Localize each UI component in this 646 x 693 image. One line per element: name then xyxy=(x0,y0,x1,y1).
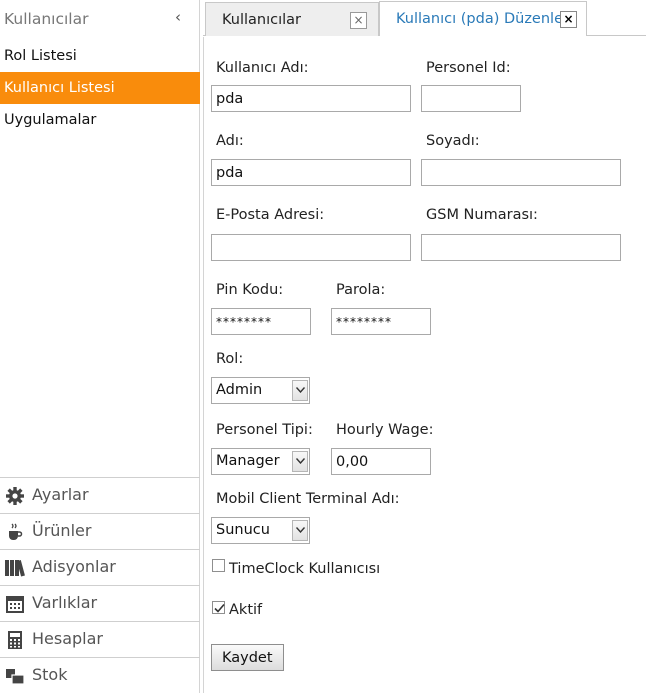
gsm-input[interactable] xyxy=(421,234,621,261)
checkmark-icon xyxy=(214,603,225,613)
username-input[interactable] xyxy=(211,85,411,112)
books-icon xyxy=(5,558,25,578)
last-name-input[interactable] xyxy=(421,159,621,186)
sidebar-item-label: Rol Listesi xyxy=(4,48,77,64)
personnel-type-label: Personel Tipi: xyxy=(216,422,313,438)
save-button[interactable]: Kaydet xyxy=(211,644,284,671)
nav-adisyonlar[interactable]: Adisyonlar xyxy=(0,549,200,585)
pin-input[interactable] xyxy=(211,308,311,335)
terminal-select-value: Sunucu xyxy=(216,522,270,538)
nav-urunler[interactable]: Ürünler xyxy=(0,513,200,549)
nav-hesaplar[interactable]: Hesaplar xyxy=(0,621,200,657)
close-icon[interactable]: × xyxy=(560,11,577,28)
role-select[interactable]: Admin xyxy=(211,377,310,404)
nav-label: Hesaplar xyxy=(32,629,103,648)
nav-ayarlar[interactable]: Ayarlar xyxy=(0,477,200,513)
nav-label: Varlıklar xyxy=(32,593,98,612)
personnel-type-select-value: Manager xyxy=(216,453,280,469)
sidebar-item-rol-listesi[interactable]: Rol Listesi xyxy=(0,40,200,72)
personnel-type-select[interactable]: Manager xyxy=(211,448,310,475)
nav-stok[interactable]: Stok xyxy=(0,657,200,693)
sidebar-header: Kullanıcılar ‹ xyxy=(0,0,200,40)
first-name-input[interactable] xyxy=(211,159,411,186)
gsm-label: GSM Numarası: xyxy=(426,207,538,223)
role-label: Rol: xyxy=(216,351,244,367)
timeclock-checkbox[interactable] xyxy=(212,559,225,572)
hourly-wage-input[interactable] xyxy=(331,448,431,475)
sidebar: Kullanıcılar ‹ Rol Listesi Kullanıcı Lis… xyxy=(0,0,200,693)
chevron-down-icon xyxy=(292,451,308,472)
email-input[interactable] xyxy=(211,234,411,261)
personnel-id-label: Personel Id: xyxy=(426,60,511,76)
nav-label: Ayarlar xyxy=(32,485,89,504)
nav-label: Ürünler xyxy=(32,521,92,540)
coffee-cup-icon xyxy=(5,522,25,542)
active-label: Aktif xyxy=(229,602,263,618)
sidebar-item-label: Kullanıcı Listesi xyxy=(4,80,115,96)
tab-kullanicilar[interactable]: Kullanıcılar × xyxy=(205,2,379,36)
password-input[interactable] xyxy=(331,308,431,335)
chevron-down-icon xyxy=(292,380,308,401)
pin-label: Pin Kodu: xyxy=(216,282,284,298)
calculator-icon xyxy=(5,630,25,650)
password-label: Parola: xyxy=(336,282,386,298)
sidebar-item-kullanici-listesi[interactable]: Kullanıcı Listesi xyxy=(0,72,200,104)
calendar-icon xyxy=(5,594,25,614)
hourly-wage-label: Hourly Wage: xyxy=(336,422,434,438)
gear-icon xyxy=(5,486,25,506)
terminal-select[interactable]: Sunucu xyxy=(211,517,310,544)
nav-label: Adisyonlar xyxy=(32,557,116,576)
close-icon[interactable]: × xyxy=(350,12,367,29)
personnel-id-input[interactable] xyxy=(421,85,521,112)
last-name-label: Soyadı: xyxy=(426,133,480,149)
username-label: Kullanıcı Adı: xyxy=(216,60,309,76)
tab-label: Kullanıcılar xyxy=(222,12,302,28)
nav-varliklar[interactable]: Varlıklar xyxy=(0,585,200,621)
active-checkbox[interactable] xyxy=(212,601,225,614)
user-edit-form: Kullanıcı Adı: Personel Id: Adı: Soyadı:… xyxy=(203,37,646,693)
timeclock-label: TimeClock Kullanıcısı xyxy=(229,561,381,577)
tab-label: Kullanıcı (pda) Düzenle xyxy=(396,11,563,27)
role-select-value: Admin xyxy=(216,382,263,398)
terminal-label: Mobil Client Terminal Adı: xyxy=(216,491,400,507)
sidebar-item-uygulamalar[interactable]: Uygulamalar xyxy=(0,104,200,136)
sidebar-item-label: Uygulamalar xyxy=(4,112,97,128)
first-name-label: Adı: xyxy=(216,133,244,149)
email-label: E-Posta Adresi: xyxy=(216,207,325,223)
tab-kullanici-duzenle[interactable]: Kullanıcı (pda) Düzenle × xyxy=(379,1,587,36)
sidebar-collapse-button[interactable]: ‹ xyxy=(175,8,181,26)
tab-bar: Kullanıcılar × Kullanıcı (pda) Düzenle × xyxy=(203,0,646,36)
chevron-down-icon xyxy=(292,520,308,541)
sidebar-title: Kullanıcılar xyxy=(4,10,89,28)
stock-icon xyxy=(5,666,25,686)
nav-label: Stok xyxy=(32,665,68,684)
